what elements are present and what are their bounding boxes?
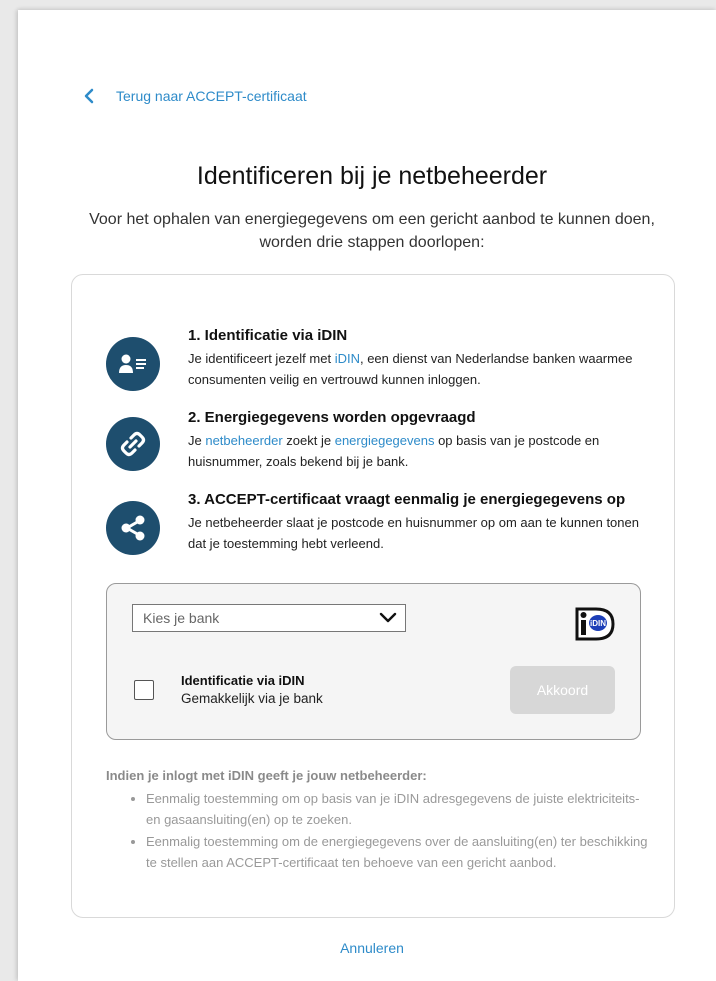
idin-logo-icon: iDIN: [575, 607, 615, 641]
bank-select-value: Kies je bank: [143, 610, 220, 626]
step-1-text-before: Je identificeert jezelf met: [188, 351, 335, 366]
back-link-label[interactable]: Terug naar ACCEPT-certificaat: [116, 88, 307, 104]
info-bullet: Eenmalig toestemming om op basis van je …: [146, 788, 651, 830]
step-2-text-middle: zoekt je: [282, 433, 335, 448]
step-3-description: Je netbeheerder slaat je postcode en hui…: [188, 515, 639, 551]
step-2-text: 2. Energiegegevens worden opgevraagd Je …: [188, 409, 648, 472]
back-link[interactable]: Terug naar ACCEPT-certificaat: [82, 88, 307, 104]
identification-card: 1. Identificatie via iDIN Je identificee…: [71, 274, 675, 918]
subtitle-line-1: Voor het ophalen van energiegegevens om …: [89, 211, 655, 228]
step-2-text-before: Je: [188, 433, 206, 448]
info-list: Eenmalig toestemming om op basis van je …: [106, 788, 651, 873]
chevron-down-icon: [379, 612, 397, 623]
step-2: 2. Energiegegevens worden opgevraagd Je …: [106, 409, 646, 489]
id-card-icon: [106, 337, 160, 391]
step-3: 3. ACCEPT-certificaat vraagt eenmalig je…: [106, 491, 646, 571]
idin-consent-checkbox[interactable]: [134, 680, 154, 700]
consent-info: Indien je inlogt met iDIN geeft je jouw …: [106, 765, 651, 874]
chevron-left-icon: [84, 88, 94, 104]
step-2-description: Je netbeheerder zoekt je energiegegevens…: [188, 430, 648, 472]
link-icon: [106, 417, 160, 471]
idin-link[interactable]: iDIN: [335, 351, 360, 366]
share-icon: [106, 501, 160, 555]
checkbox-subtitle: Gemakkelijk via je bank: [181, 691, 323, 706]
step-1-text: 1. Identificatie via iDIN Je identificee…: [188, 327, 648, 390]
cancel-link[interactable]: Annuleren: [18, 940, 716, 956]
page-title: Identificeren bij je netbeheerder: [196, 162, 548, 190]
step-1: 1. Identificatie via iDIN Je identificee…: [106, 327, 646, 407]
consent-page: Terug naar ACCEPT-certificaat Identifice…: [18, 10, 716, 981]
checkbox-title: Identificatie via iDIN: [181, 673, 305, 688]
step-3-title: 3. ACCEPT-certificaat vraagt eenmalig je…: [188, 491, 626, 508]
subtitle-line-2: worden drie stappen doorlopen:: [259, 234, 485, 251]
step-2-title: 2. Energiegegevens worden opgevraagd: [188, 409, 476, 426]
energiegegevens-link[interactable]: energiegegevens: [335, 433, 435, 448]
bank-select[interactable]: Kies je bank: [132, 604, 406, 632]
idin-logo-text: iDIN: [590, 619, 606, 628]
checkbox-label: Identificatie via iDIN Gemakkelijk via j…: [181, 672, 323, 708]
page-subtitle: Voor het ophalen van energiegegevens om …: [38, 208, 706, 254]
info-heading: Indien je inlogt met iDIN geeft je jouw …: [106, 768, 427, 783]
accept-button[interactable]: Akkoord: [510, 666, 615, 714]
bank-selection-panel: Kies je bank iDIN Identificatie via iDIN…: [106, 583, 641, 740]
step-1-description: Je identificeert jezelf met iDIN, een di…: [188, 348, 648, 390]
step-3-text: 3. ACCEPT-certificaat vraagt eenmalig je…: [188, 491, 648, 554]
info-bullet: Eenmalig toestemming om de energiegegeve…: [146, 831, 651, 873]
step-1-title: 1. Identificatie via iDIN: [188, 327, 348, 344]
netbeheerder-link[interactable]: netbeheerder: [205, 433, 282, 448]
